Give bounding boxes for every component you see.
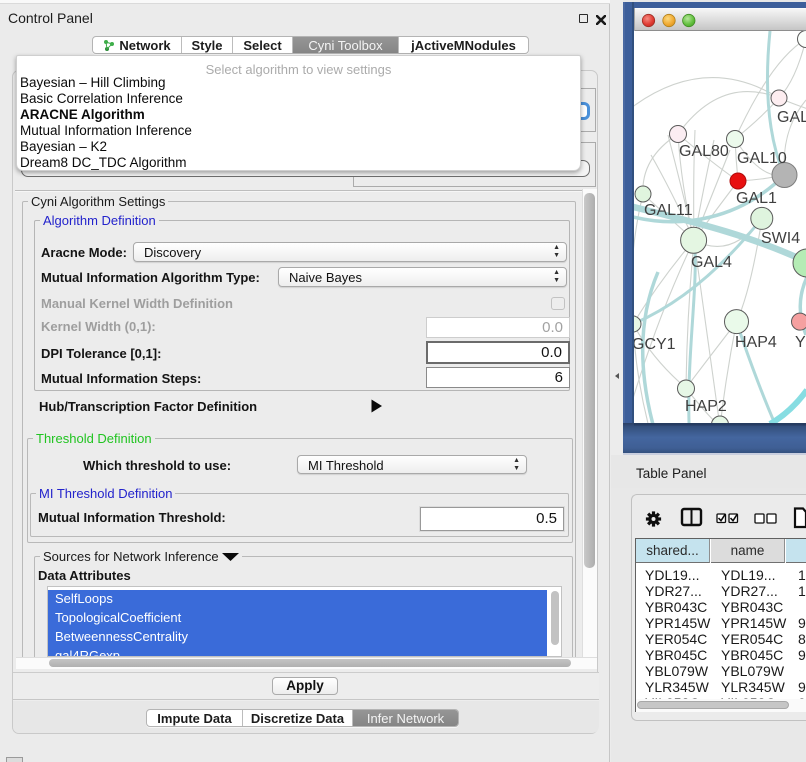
svg-text:GAL1: GAL1 bbox=[736, 190, 777, 207]
svg-text:SWI4: SWI4 bbox=[761, 230, 800, 247]
svg-text:GAL2: GAL2 bbox=[777, 109, 806, 126]
svg-text:GAL4: GAL4 bbox=[691, 254, 732, 271]
svg-text:GAL80: GAL80 bbox=[679, 143, 729, 160]
svg-text:HAP2: HAP2 bbox=[685, 398, 727, 415]
svg-text:GAL11: GAL11 bbox=[644, 202, 693, 219]
svg-text:HAP4: HAP4 bbox=[735, 334, 777, 351]
svg-text:GCY1: GCY1 bbox=[632, 336, 676, 353]
svg-text:Y: Y bbox=[795, 334, 806, 351]
svg-text:GAL10: GAL10 bbox=[737, 150, 787, 167]
